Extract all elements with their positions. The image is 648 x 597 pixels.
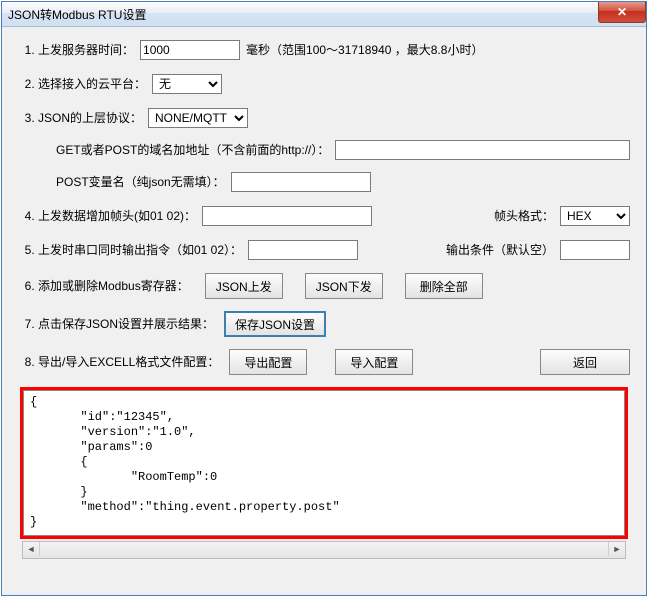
dialog-window: JSON转Modbus RTU设置 ✕ 上发服务器时间： 毫秒（范围100～31… <box>1 1 647 596</box>
btn-back[interactable]: 返回 <box>540 349 630 375</box>
input-serial-output[interactable] <box>248 240 358 260</box>
window-title: JSON转Modbus RTU设置 <box>8 6 146 23</box>
btn-json-upload[interactable]: JSON上发 <box>205 273 283 299</box>
label-frame-header: 上发数据增加帧头(如01 02)： <box>38 205 196 227</box>
row-cloud-platform: 选择接入的云平台： 无 <box>38 73 630 95</box>
label-save-json: 点击保存JSON设置并展示结果： <box>38 313 214 335</box>
input-http-domain[interactable] <box>335 140 630 160</box>
hint-upload-interval: 毫秒（范围100～31718940 ，最大8.8小时） <box>246 39 483 61</box>
label-json-protocol: JSON的上层协议： <box>38 107 142 129</box>
select-json-protocol[interactable]: NONE/MQTT <box>148 108 248 128</box>
input-frame-header[interactable] <box>202 206 372 226</box>
label-serial-output: 上发时串口同时输出指令（如01 02）： <box>38 239 242 261</box>
row-json-protocol: JSON的上层协议： NONE/MQTT GET或者POST的域名加地址（不含前… <box>38 107 630 193</box>
json-preview-frame: { "id":"12345", "version":"1.0", "params… <box>20 387 628 539</box>
btn-export-config[interactable]: 导出配置 <box>229 349 307 375</box>
row-modbus-registers: 添加或删除Modbus寄存器： JSON上发 JSON下发 删除全部 <box>38 273 630 299</box>
label-http-domain: GET或者POST的域名加地址（不含前面的http://）： <box>56 139 329 161</box>
label-modbus-registers: 添加或删除Modbus寄存器： <box>38 275 189 297</box>
btn-import-config[interactable]: 导入配置 <box>335 349 413 375</box>
btn-json-download[interactable]: JSON下发 <box>305 273 383 299</box>
horizontal-scrollbar[interactable]: ◄ ► <box>20 543 628 561</box>
label-frame-format: 帧头格式： <box>494 205 554 227</box>
scroll-right-arrow-icon[interactable]: ► <box>608 542 625 556</box>
label-output-condition: 输出条件（默认空） <box>446 239 554 261</box>
close-icon: ✕ <box>617 5 627 19</box>
row-excel-config: 导出/导入EXCELL格式文件配置： 导出配置 导入配置 返回 <box>38 349 630 375</box>
btn-save-json[interactable]: 保存JSON设置 <box>224 311 326 337</box>
close-button[interactable]: ✕ <box>598 2 646 23</box>
input-post-var[interactable] <box>231 172 371 192</box>
label-upload-interval: 上发服务器时间： <box>38 39 134 61</box>
row-frame-header: 上发数据增加帧头(如01 02)： 帧头格式： HEX <box>38 205 630 227</box>
row-save-json: 点击保存JSON设置并展示结果： 保存JSON设置 <box>38 311 630 337</box>
client-area: 上发服务器时间： 毫秒（范围100～31718940 ，最大8.8小时） 选择接… <box>2 27 646 569</box>
json-preview[interactable]: { "id":"12345", "version":"1.0", "params… <box>23 390 625 536</box>
row-serial-output: 上发时串口同时输出指令（如01 02）： 输出条件（默认空） <box>38 239 630 261</box>
input-upload-interval[interactable] <box>140 40 240 60</box>
label-cloud-platform: 选择接入的云平台： <box>38 73 146 95</box>
select-cloud-platform[interactable]: 无 <box>152 74 222 94</box>
label-post-var: POST变量名（纯json无需填）： <box>56 171 225 193</box>
scroll-left-arrow-icon[interactable]: ◄ <box>23 542 40 556</box>
label-excel-config: 导出/导入EXCELL格式文件配置： <box>38 351 219 373</box>
input-output-condition[interactable] <box>560 240 630 260</box>
row-upload-interval: 上发服务器时间： 毫秒（范围100～31718940 ，最大8.8小时） <box>38 39 630 61</box>
btn-delete-all[interactable]: 删除全部 <box>405 273 483 299</box>
title-bar: JSON转Modbus RTU设置 ✕ <box>2 2 646 27</box>
select-frame-format[interactable]: HEX <box>560 206 630 226</box>
